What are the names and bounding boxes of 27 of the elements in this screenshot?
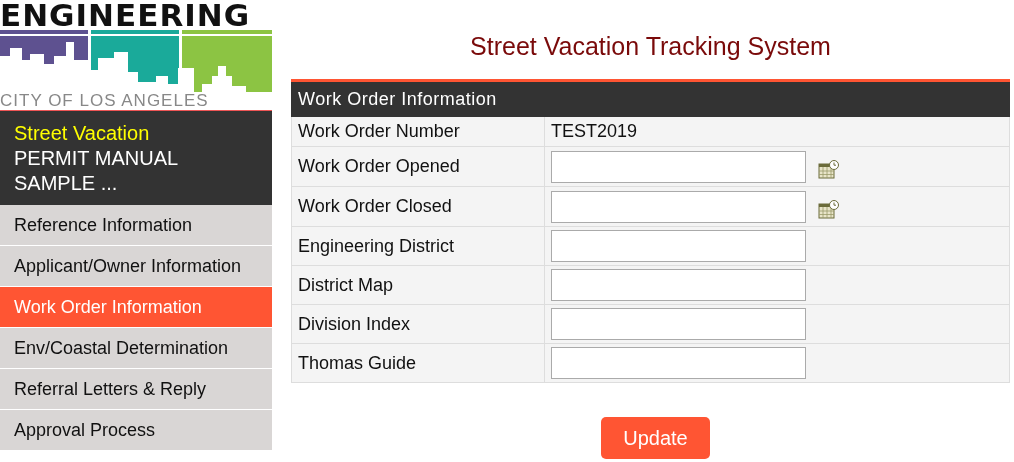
input-field[interactable] (551, 308, 806, 340)
sidebar-item[interactable]: Reference Information (0, 205, 272, 246)
input-field[interactable] (551, 347, 806, 379)
field-label: Division Index (297, 312, 412, 336)
field-label: Work Order Closed (297, 195, 453, 218)
date-field[interactable] (551, 190, 806, 223)
field-label: Work Order Opened (297, 155, 461, 178)
date-field[interactable] (551, 150, 806, 183)
sidebar-item[interactable]: Env/Coastal Determination (0, 328, 272, 369)
page-title: Street Vacation Tracking System (470, 32, 831, 61)
field-label: Engineering District (297, 234, 456, 258)
input-field[interactable] (551, 230, 806, 262)
field-value: TEST2019 (544, 117, 1009, 146)
sidebar-item[interactable]: Applicant/Owner Information (0, 246, 272, 287)
sidebar-item[interactable]: Approval Process (0, 410, 272, 451)
input-field[interactable] (551, 269, 806, 301)
field-label: District Map (297, 273, 394, 297)
logo-title: ENGINEERING (0, 0, 251, 30)
logo-subtitle: CITY OF LOS ANGELES (0, 92, 209, 110)
field-label: Work Order Number (297, 120, 461, 143)
project-description: PERMIT MANUAL SAMPLE ... (14, 146, 179, 196)
calendar-icon[interactable] (818, 199, 840, 220)
field-label: Thomas Guide (297, 351, 418, 375)
calendar-icon[interactable] (818, 159, 840, 180)
project-name: Street Vacation (14, 121, 151, 146)
sidebar-item[interactable]: Referral Letters & Reply (0, 369, 272, 410)
form-header: Work Order Information (291, 82, 1010, 117)
